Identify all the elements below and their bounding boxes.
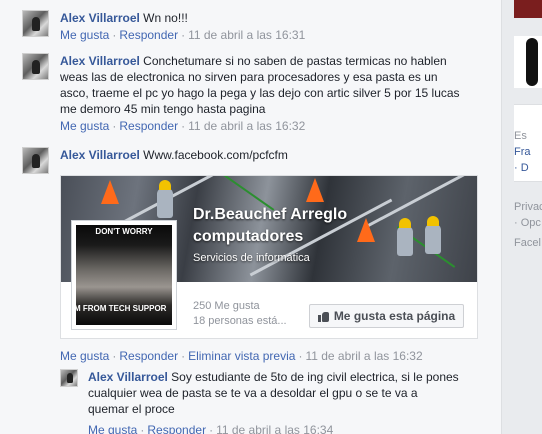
sidebar-card: Es Fra · D xyxy=(514,104,542,182)
comment: Alex Villarroel Conchetumare si no saben… xyxy=(22,53,478,134)
comment-text-line: weas las de electronica no sirven para p… xyxy=(60,70,438,84)
separator-dot: · xyxy=(209,423,214,434)
toy-worker-figure xyxy=(397,218,413,256)
toy-worker-figure xyxy=(425,216,441,254)
comment-actions: Me gusta · Responder · 11 de abril a las 16:… xyxy=(88,422,480,434)
comment-url-link[interactable]: Www.facebook.com/pcfcfm xyxy=(143,148,288,162)
reply-link[interactable]: Responder xyxy=(147,423,206,434)
page-name[interactable]: Dr.Beauchef Arreglo computadores xyxy=(193,204,393,248)
link-preview-card[interactable]: Dr.Beauchef Arreglo computadores Servici… xyxy=(60,175,478,339)
separator-dot: · xyxy=(112,349,117,363)
separator-dot: · xyxy=(181,28,186,42)
reply-link[interactable]: Responder xyxy=(119,119,178,133)
comment-text-line: Conchetumare si no saben de pastas termi… xyxy=(143,54,447,68)
comment-timestamp[interactable]: 11 de abril a las 16:32 xyxy=(305,349,422,363)
poster-caption-top: DON'T WORRY xyxy=(95,227,153,236)
avatar[interactable] xyxy=(60,369,78,387)
traffic-cone xyxy=(306,178,324,202)
comment: Alex Villarroel Wn no!!! Me gusta · Respon… xyxy=(22,10,478,43)
comment-actions: Me gusta · Responder · Eliminar vista previa… xyxy=(60,348,478,364)
page-stats: 250 Me gusta 18 personas está... xyxy=(193,299,287,329)
page-likes-count: 250 Me gusta xyxy=(193,300,260,312)
avatar[interactable] xyxy=(22,53,49,80)
separator-dot: · xyxy=(181,119,186,133)
separator-dot: · xyxy=(298,349,303,363)
like-page-button-label: Me gusta esta página xyxy=(333,309,456,323)
sidebar-thumbnail[interactable] xyxy=(514,0,542,18)
poster-caption-bottom: M FROM TECH SUPPOR xyxy=(76,304,167,313)
thumbs-up-icon xyxy=(317,311,329,322)
avatar[interactable] xyxy=(22,10,49,37)
avatar[interactable] xyxy=(22,147,49,174)
like-comment-link[interactable]: Me gusta xyxy=(88,423,137,434)
comment-actions-row: Me gusta · Responder · Eliminar vista previa… xyxy=(22,347,478,364)
sidebar-link[interactable]: · D xyxy=(514,161,529,175)
comment-actions: Me gusta · Responder · 11 de abril a las 16:… xyxy=(60,118,478,134)
comment-thread: Alex Villarroel Wn no!!! Me gusta · Respon… xyxy=(0,0,502,434)
comment-text-line: quemar el proce xyxy=(88,402,175,416)
remove-preview-link[interactable]: Eliminar vista previa xyxy=(188,349,295,363)
comment-text-line: me demoro 45 min tengo hasta pagina xyxy=(60,102,266,116)
separator-dot: · xyxy=(181,349,186,363)
comment-text-line: cualquier wea de pasta se te va a desold… xyxy=(88,386,418,400)
separator-dot: · xyxy=(112,119,117,133)
right-sidebar: Es Fra · D Privac · Opc Facel xyxy=(514,0,542,434)
sidebar-link[interactable]: Fra xyxy=(514,145,531,159)
comment-text-line: Soy estudiante de 5to de ing civil elect… xyxy=(171,370,459,384)
sidebar-footer-text: Facel xyxy=(514,237,541,249)
comment-text-line: asco, traeme el pc yo hago la pega y las… xyxy=(60,86,460,100)
like-comment-link[interactable]: Me gusta xyxy=(60,349,109,363)
comment-author-link[interactable]: Alex Villarroel xyxy=(60,148,140,162)
reply-comment: Alex Villarroel Soy estudiante de 5to de… xyxy=(60,369,480,434)
page-category: Servicios de informática xyxy=(193,252,310,264)
comment-author-link[interactable]: Alex Villarroel xyxy=(88,370,168,384)
comment-text: Wn no!!! xyxy=(143,11,188,25)
comment: Alex Villarroel Www.facebook.com/pcfcfm xyxy=(22,147,478,174)
comment-author-link[interactable]: Alex Villarroel xyxy=(60,54,140,68)
sidebar-footer-link[interactable]: Privac xyxy=(514,200,542,214)
separator-dot: · xyxy=(140,423,145,434)
sidebar-footer-link[interactable]: · Opc xyxy=(514,216,541,230)
page-talking-count: 18 personas está... xyxy=(193,315,287,327)
comment-timestamp[interactable]: 11 de abril a las 16:32 xyxy=(188,119,305,133)
separator-dot: · xyxy=(112,28,117,42)
comment-author-link[interactable]: Alex Villarroel xyxy=(60,11,140,25)
reply-link[interactable]: Responder xyxy=(119,28,178,42)
reply-link[interactable]: Responder xyxy=(119,349,178,363)
comment-timestamp[interactable]: 11 de abril a las 16:34 xyxy=(216,423,333,434)
sidebar-thumbnail[interactable] xyxy=(514,36,542,88)
like-comment-link[interactable]: Me gusta xyxy=(60,28,109,42)
comment-timestamp[interactable]: 11 de abril a las 16:31 xyxy=(188,28,305,42)
like-comment-link[interactable]: Me gusta xyxy=(60,119,109,133)
sidebar-text: Es xyxy=(514,130,527,142)
page-profile-picture[interactable]: DON'T WORRY M FROM TECH SUPPOR xyxy=(71,220,177,330)
traffic-cone xyxy=(101,180,119,204)
like-page-button[interactable]: Me gusta esta página xyxy=(309,304,464,328)
comment-actions: Me gusta · Responder · 11 de abril a las 16:… xyxy=(60,27,478,43)
toy-worker-figure xyxy=(157,180,173,218)
